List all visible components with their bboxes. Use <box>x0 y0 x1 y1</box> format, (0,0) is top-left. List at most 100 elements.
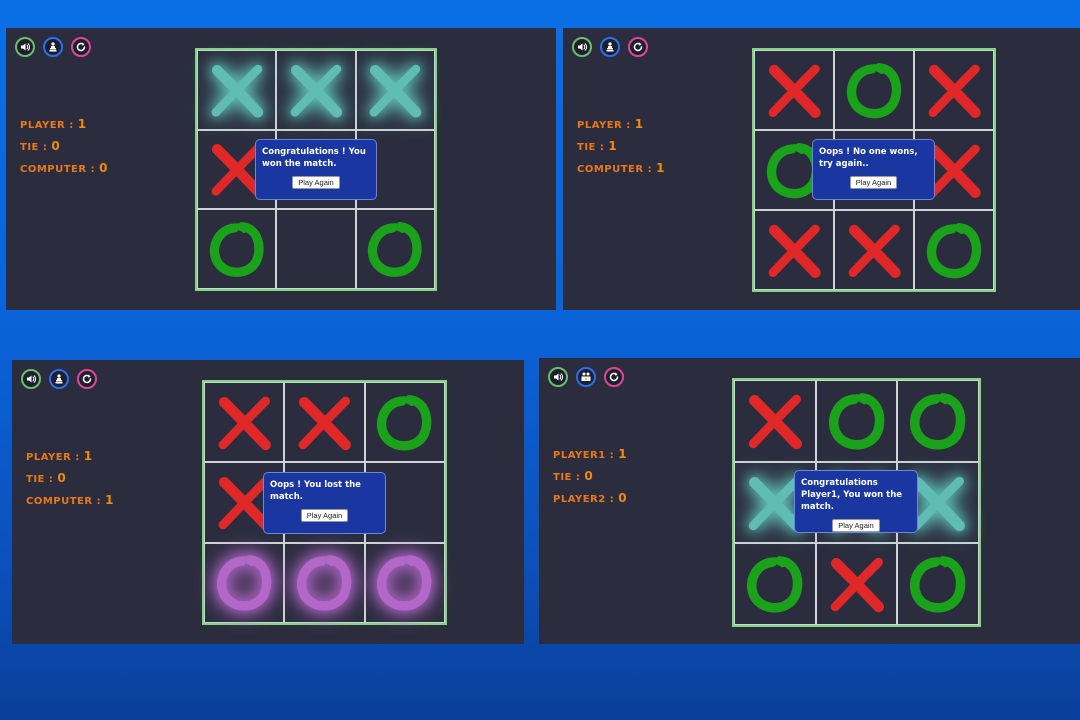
restart-button[interactable] <box>77 369 97 389</box>
single-player-icon <box>49 42 57 52</box>
toolbar <box>15 37 91 57</box>
sound-button[interactable] <box>21 369 41 389</box>
game-mode-button[interactable] <box>49 369 69 389</box>
board-cell-1[interactable] <box>204 382 285 463</box>
board-cell-8[interactable] <box>276 209 356 289</box>
toolbar <box>21 369 97 389</box>
board-cell-2[interactable] <box>834 50 914 130</box>
score-value: 1 <box>77 117 87 131</box>
result-popup: Congratulations Player1, You won the mat… <box>794 470 918 533</box>
restart-icon <box>76 42 86 52</box>
o-mark-icon <box>209 222 264 277</box>
speaker-icon <box>554 373 564 381</box>
board-cell-3[interactable] <box>364 382 445 463</box>
restart-button[interactable] <box>628 37 648 57</box>
result-message: Congratulations Player1, You won the mat… <box>801 478 903 512</box>
restart-button[interactable] <box>604 367 624 387</box>
board-cell-8[interactable] <box>834 210 914 290</box>
single-player-icon <box>606 42 614 52</box>
score-value: 1 <box>634 117 644 131</box>
restart-button[interactable] <box>71 37 91 57</box>
play-again-button[interactable]: Play Again <box>300 509 349 522</box>
two-players-icon <box>581 372 591 381</box>
o-mark-icon <box>216 555 272 612</box>
board-cell-8[interactable] <box>284 542 365 623</box>
result-popup: Oops ! No one wons, try again.. Play Agai… <box>812 139 935 200</box>
play-again-button[interactable]: Play Again <box>832 519 880 532</box>
o-mark-icon <box>910 393 966 450</box>
game-mode-button[interactable] <box>576 367 596 387</box>
board-cell-1[interactable] <box>197 50 277 130</box>
game-mode-button[interactable] <box>600 37 620 57</box>
o-mark-icon <box>910 556 966 613</box>
x-mark-icon <box>290 64 343 118</box>
score-label: PLAYER2 : <box>553 494 615 505</box>
score-row: PLAYER : 1 <box>26 446 114 468</box>
score-label: COMPUTER : <box>577 164 653 175</box>
restart-icon <box>609 372 619 382</box>
x-mark-icon <box>848 224 901 278</box>
score-row: TIE : 0 <box>20 136 108 158</box>
o-mark-icon <box>746 556 803 613</box>
score-row: PLAYER : 1 <box>577 114 665 136</box>
speaker-icon <box>27 375 37 383</box>
score-row: COMPUTER : 0 <box>20 158 108 180</box>
board-cell-9[interactable] <box>897 543 979 625</box>
restart-icon <box>82 374 92 384</box>
board-cell-2[interactable] <box>815 380 898 462</box>
x-mark-icon <box>369 64 422 118</box>
play-again-button[interactable]: Play Again <box>292 176 340 189</box>
x-mark-icon <box>748 394 802 450</box>
board-cell-3[interactable] <box>355 50 435 130</box>
game-panel-4: PLAYER1 : 1 TIE : 0 PLAYER2 : 0 Congratulat… <box>539 358 1080 644</box>
speaker-icon <box>578 43 588 51</box>
board-cell-1[interactable] <box>734 380 816 462</box>
score-row: PLAYER1 : 1 <box>553 444 627 466</box>
restart-icon <box>633 42 643 52</box>
game-panel-3: PLAYER : 1 TIE : 0 COMPUTER : 1 Oops ! You … <box>12 360 524 644</box>
x-mark-icon <box>928 64 981 118</box>
board-cell-9[interactable] <box>364 542 445 623</box>
board-cell-7[interactable] <box>754 210 834 290</box>
game-mode-button[interactable] <box>43 37 63 57</box>
result-message: Oops ! No one wons, try again.. <box>819 147 918 169</box>
board-cell-9[interactable] <box>914 210 994 290</box>
game-panel-2: PLAYER : 1 TIE : 1 COMPUTER : 1 Oops ! No o… <box>563 28 1080 310</box>
board-cell-3[interactable] <box>914 50 994 130</box>
x-mark-icon <box>768 224 821 278</box>
board-cell-1[interactable] <box>754 50 834 130</box>
o-mark-icon <box>828 393 884 450</box>
score-value: 0 <box>584 469 594 483</box>
board-cell-8[interactable] <box>815 543 898 625</box>
board-cell-2[interactable] <box>276 50 356 130</box>
score-value: 1 <box>618 447 628 461</box>
sound-button[interactable] <box>548 367 568 387</box>
score-label: COMPUTER : <box>26 496 102 507</box>
sound-button[interactable] <box>572 37 592 57</box>
board-cell-7[interactable] <box>204 542 285 623</box>
score-row: COMPUTER : 1 <box>26 490 114 512</box>
score-row: TIE : 0 <box>26 468 114 490</box>
board-cell-2[interactable] <box>284 382 365 463</box>
speaker-icon <box>21 43 31 51</box>
score-label: PLAYER1 : <box>553 450 615 461</box>
board-cell-3[interactable] <box>897 380 979 462</box>
score-row: PLAYER : 1 <box>20 114 108 136</box>
score-row: PLAYER2 : 0 <box>553 488 627 510</box>
board-cell-7[interactable] <box>734 543 816 625</box>
sound-button[interactable] <box>15 37 35 57</box>
result-popup: Oops ! You lost the match. Play Again <box>263 472 386 534</box>
scoreboard: PLAYER : 1 TIE : 1 COMPUTER : 1 <box>577 114 665 180</box>
o-mark-icon <box>846 62 901 119</box>
board-cell-7[interactable] <box>197 209 277 289</box>
x-mark-icon <box>218 396 271 451</box>
play-again-button[interactable]: Play Again <box>849 176 898 189</box>
score-value: 1 <box>656 161 665 175</box>
o-mark-icon <box>368 222 422 277</box>
o-mark-icon <box>297 555 352 612</box>
score-value: 1 <box>83 449 93 463</box>
score-value: 1 <box>608 139 618 153</box>
board-cell-9[interactable] <box>355 209 435 289</box>
toolbar <box>572 37 648 57</box>
result-message: Congratulations ! You won the match. <box>262 147 366 169</box>
